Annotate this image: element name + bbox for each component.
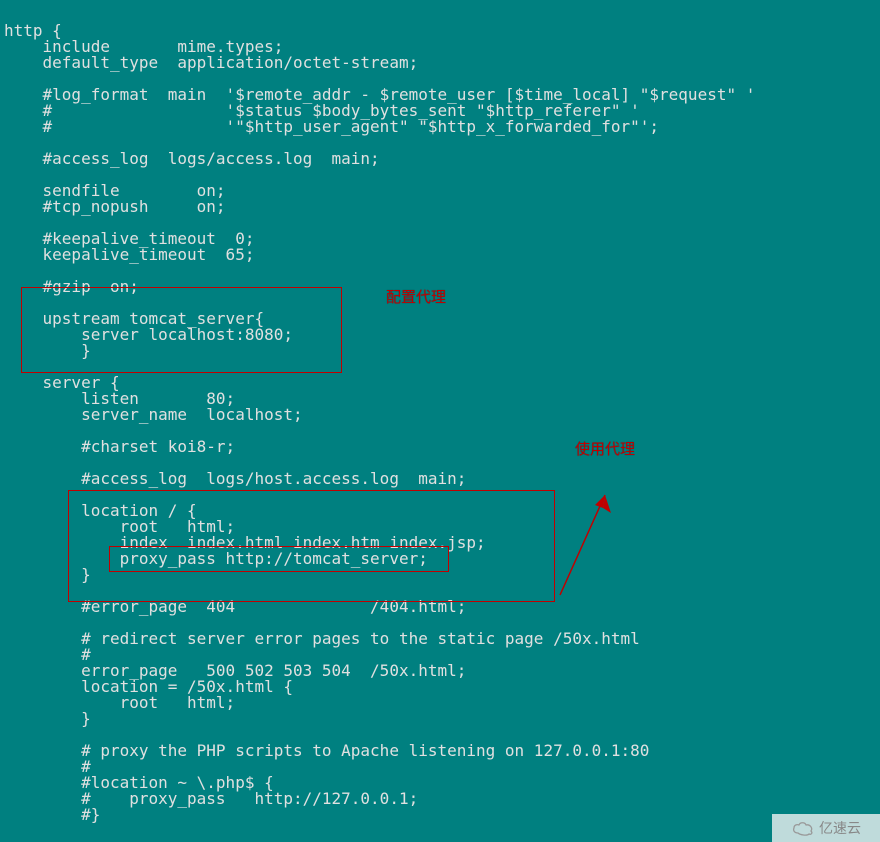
- annotation-configure-proxy: 配置代理: [386, 290, 446, 306]
- watermark-text: 亿速云: [819, 820, 861, 836]
- nginx-config-code: http { include mime.types; default_type …: [0, 0, 880, 823]
- annotation-use-proxy: 使用代理: [575, 442, 635, 458]
- watermark-badge: 亿速云: [772, 814, 880, 842]
- cloud-icon: [791, 820, 815, 836]
